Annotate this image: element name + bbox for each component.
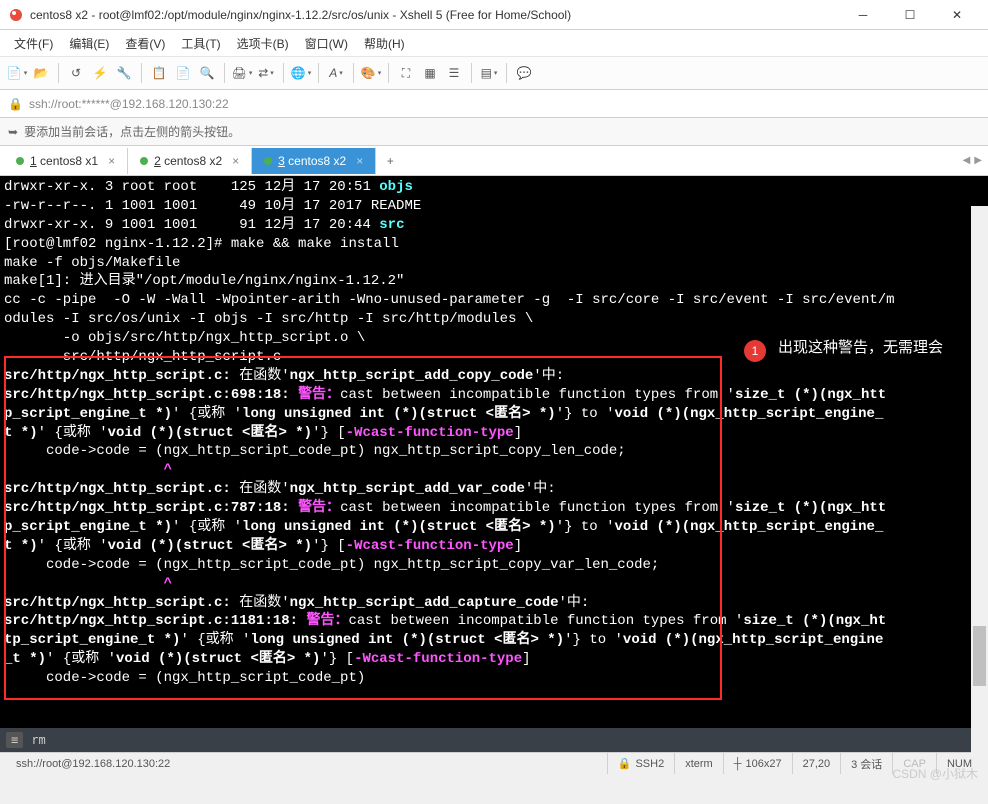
cmd-input[interactable]: rm [31, 733, 45, 747]
status-term: xterm [674, 753, 723, 774]
copy-icon[interactable]: 📋 [148, 62, 170, 84]
tile-icon[interactable]: ▦ [419, 62, 441, 84]
terminal[interactable]: drwxr-xr-x. 3 root root 125 12月 17 20:51… [0, 176, 988, 728]
font-icon[interactable]: A [325, 62, 347, 84]
properties-icon[interactable]: 🔧 [113, 62, 135, 84]
annotation-number: 1 [744, 340, 766, 362]
status-ssh: 🔒SSH2 [607, 753, 674, 774]
open-icon[interactable]: 📂 [30, 62, 52, 84]
close-icon[interactable]: × [232, 154, 239, 168]
grid-icon: ┼ [734, 758, 742, 770]
search-icon[interactable]: 🔍 [196, 62, 218, 84]
info-text: 要添加当前会话，点击左侧的箭头按钮。 [24, 123, 240, 140]
close-icon[interactable]: × [108, 154, 115, 168]
menu-view[interactable]: 查看(V) [117, 32, 173, 55]
tab-bar: 1 centos8 x1× 2 centos8 x2× 3 centos8 x2… [0, 146, 988, 176]
transfer-icon[interactable]: ⇄ [255, 62, 277, 84]
print-icon[interactable]: 🖨 [231, 62, 253, 84]
cascade-icon[interactable]: ☰ [443, 62, 465, 84]
app-icon [8, 7, 24, 23]
info-bar: ➥ 要添加当前会话，点击左侧的箭头按钮。 [0, 118, 988, 146]
lock-icon: 🔒 [8, 97, 23, 111]
window-title: centos8 x2 - root@lmf02:/opt/module/ngin… [30, 8, 840, 22]
command-bar[interactable]: ≡ rm [0, 728, 988, 752]
menu-window[interactable]: 窗口(W) [297, 32, 356, 55]
minimize-button[interactable]: ─ [840, 0, 886, 30]
menu-tabs[interactable]: 选项卡(B) [229, 32, 297, 55]
menu-bar: 文件(F) 编辑(E) 查看(V) 工具(T) 选项卡(B) 窗口(W) 帮助(… [0, 30, 988, 56]
toolbar: 📄 📂 ↺ ⚡ 🔧 📋 📄 🔍 🖨 ⇄ 🌐 A 🎨 ⛶ ▦ ☰ ▤ 💬 [0, 56, 988, 90]
tab-next-icon[interactable]: ▶ [974, 155, 982, 166]
status-dot-icon [140, 157, 148, 165]
tab-1[interactable]: 1 centos8 x1× [4, 148, 128, 174]
close-button[interactable]: ✕ [934, 0, 980, 30]
scrollbar-thumb[interactable] [973, 626, 986, 686]
address-bar[interactable]: 🔒 ssh://root:******@192.168.120.130:22 [0, 90, 988, 118]
title-bar: centos8 x2 - root@lmf02:/opt/module/ngin… [0, 0, 988, 30]
address-url: ssh://root:******@192.168.120.130:22 [29, 97, 229, 111]
layout-icon[interactable]: ▤ [478, 62, 500, 84]
tab-2[interactable]: 2 centos8 x2× [128, 148, 252, 174]
status-dot-icon [264, 157, 272, 165]
tab-prev-icon[interactable]: ◀ [963, 155, 971, 166]
menu-edit[interactable]: 编辑(E) [61, 32, 117, 55]
globe-icon[interactable]: 🌐 [290, 62, 312, 84]
new-session-icon[interactable]: 📄 [6, 62, 28, 84]
status-cap: CAP [892, 753, 936, 774]
menu-help[interactable]: 帮助(H) [356, 32, 413, 55]
annotation-box [4, 356, 722, 700]
close-icon[interactable]: × [356, 154, 363, 168]
status-address: ssh://root@192.168.120.130:22 [6, 753, 607, 774]
help-icon[interactable]: 💬 [513, 62, 535, 84]
lock-icon: 🔒 [618, 757, 632, 770]
menu-file[interactable]: 文件(F) [6, 32, 61, 55]
arrow-icon[interactable]: ➥ [8, 125, 18, 139]
color-icon[interactable]: 🎨 [360, 62, 382, 84]
maximize-button[interactable]: ☐ [887, 0, 933, 30]
paste-icon[interactable]: 📄 [172, 62, 194, 84]
fullscreen-icon[interactable]: ⛶ [395, 62, 417, 84]
status-size: ┼ 106x27 [723, 753, 792, 774]
annotation-text: 出现这种警告，无需理会 [778, 338, 943, 358]
add-tab-button[interactable]: + [378, 149, 402, 173]
status-sessions: 3 会话 [840, 753, 892, 774]
terminal-scrollbar[interactable] [971, 206, 988, 758]
cmd-prompt-icon: ≡ [6, 732, 23, 748]
menu-tools[interactable]: 工具(T) [173, 32, 228, 55]
tab-3[interactable]: 3 centos8 x2× [252, 148, 376, 174]
disconnect-icon[interactable]: ⚡ [89, 62, 111, 84]
reconnect-icon[interactable]: ↺ [65, 62, 87, 84]
status-dot-icon [16, 157, 24, 165]
status-bar: ssh://root@192.168.120.130:22 🔒SSH2 xter… [0, 752, 988, 774]
status-pos: 27,20 [792, 753, 841, 774]
